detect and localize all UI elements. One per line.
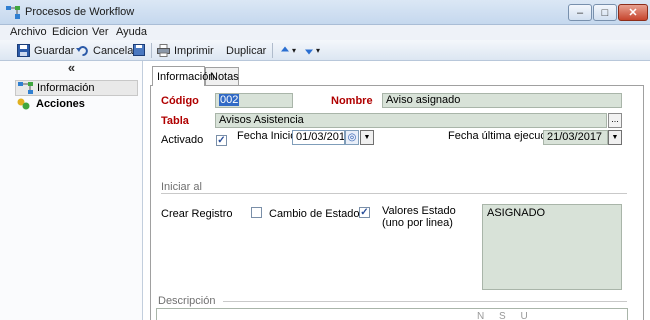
section-divider — [161, 193, 627, 194]
editor-format-tools: N S U — [477, 311, 534, 320]
sidebar-item-acciones[interactable]: Acciones — [15, 96, 138, 112]
menu-edicion[interactable]: Edicion — [52, 26, 88, 38]
save-label: Guardar — [34, 44, 75, 57]
section-divider — [223, 301, 627, 302]
tabla-label: Tabla — [161, 115, 189, 127]
tab-informacion[interactable]: Información — [152, 66, 214, 86]
descripcion-editor[interactable]: N S U — [156, 308, 628, 320]
tabla-field[interactable]: Avisos Asistencia — [215, 113, 607, 128]
sidebar-item-label: Información — [37, 82, 95, 94]
menu-bar: Archivo Edicion Ver Ayuda — [0, 25, 650, 40]
close-button[interactable]: ✕ — [618, 4, 648, 21]
main-content: Información Notas Código 002 Nombre Avis… — [143, 61, 650, 320]
dropdown-arrow-icon: ▾ — [292, 46, 297, 55]
valores-estado-label: Valores Estado — [382, 205, 456, 217]
workflow-icon — [18, 82, 33, 94]
workflow-app-icon — [6, 6, 20, 19]
activado-checkbox[interactable]: ✓ — [216, 135, 227, 146]
dropdown-arrow-icon: ▾ — [316, 46, 321, 55]
iniciar-al-section-title: Iniciar al — [161, 181, 202, 193]
codigo-value: 002 — [219, 94, 240, 106]
tabla-browse-button[interactable]: ... — [608, 113, 622, 128]
nombre-field[interactable]: Aviso asignado — [382, 93, 622, 108]
undo-icon — [76, 46, 88, 56]
fecha-ultima-dropdown-button[interactable]: ▼ — [608, 130, 622, 145]
nombre-label: Nombre — [331, 95, 373, 107]
print-button[interactable]: Imprimir — [157, 43, 214, 58]
activado-label: Activado — [161, 134, 204, 146]
sidebar-item-informacion[interactable]: Información — [15, 80, 138, 96]
menu-archivo[interactable]: Archivo — [10, 26, 47, 38]
print-label: Imprimir — [174, 44, 214, 57]
crear-registro-label: Crear Registro — [161, 208, 233, 220]
maximize-button[interactable]: □ — [593, 4, 617, 21]
sidebar: « Información Acciones — [0, 61, 143, 320]
toolbar-separator — [151, 43, 152, 58]
fecha-inicio-field[interactable]: 01/03/201 — [292, 130, 345, 145]
title-bar: Procesos de Workflow – □ ✕ — [0, 0, 650, 25]
cambio-estado-checkbox[interactable]: ✓ — [359, 207, 370, 218]
fecha-inicio-label: Fecha Inicio — [237, 130, 297, 142]
toolbar: Guardar Cancelar Imprimir Duplicar ▾ ▾ — [0, 40, 650, 61]
save-button[interactable]: Guardar — [17, 43, 74, 58]
actions-icon — [17, 98, 30, 110]
minimize-button[interactable]: – — [568, 4, 592, 21]
menu-ver[interactable]: Ver — [92, 26, 109, 38]
fecha-inicio-dropdown-button[interactable]: ▼ — [360, 130, 374, 145]
cancel-button[interactable]: Cancelar — [76, 43, 137, 58]
arrow-icon — [281, 46, 289, 52]
codigo-field[interactable]: 002 — [215, 93, 293, 108]
collapse-sidebar-button[interactable]: « — [0, 61, 143, 77]
floppy-disk-icon — [17, 44, 30, 57]
window-title: Procesos de Workflow — [25, 6, 135, 18]
arrow-icon — [305, 49, 313, 55]
sidebar-item-label: Acciones — [36, 98, 85, 110]
duplicate-button[interactable]: Duplicar — [226, 43, 266, 58]
fecha-ultima-field[interactable]: 21/03/2017 — [543, 130, 608, 145]
valores-estado-hint: (uno por linea) — [382, 217, 453, 229]
printer-icon — [157, 44, 170, 57]
save-copy-button[interactable] — [133, 43, 150, 58]
toolbar-separator — [272, 43, 273, 58]
valores-estado-textarea[interactable]: ASIGNADO — [482, 204, 622, 290]
crear-registro-checkbox[interactable] — [251, 207, 262, 218]
save-as-icon — [133, 44, 145, 56]
descripcion-section-title: Descripción — [158, 295, 216, 307]
codigo-label: Código — [161, 95, 199, 107]
tab-panel: Código 002 Nombre Aviso asignado Tabla A… — [150, 85, 644, 320]
cambio-estado-label: Cambio de Estado — [269, 208, 360, 220]
navigate-back-button[interactable]: ▾ — [280, 43, 296, 58]
cancel-label: Cancelar — [93, 44, 138, 57]
navigate-forward-button[interactable]: ▾ — [304, 43, 320, 58]
menu-ayuda[interactable]: Ayuda — [116, 26, 147, 38]
calendar-icon[interactable]: ◎ — [345, 130, 359, 145]
